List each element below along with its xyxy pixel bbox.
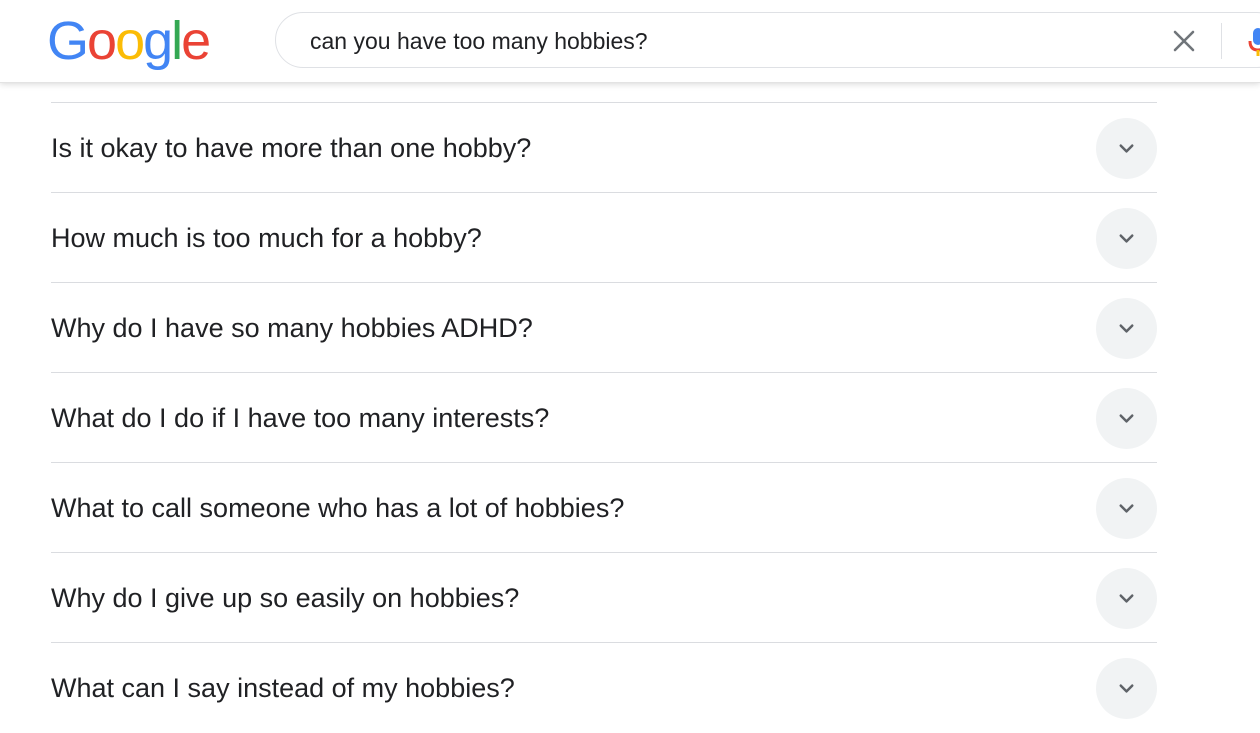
related-question[interactable]: Why do I have so many hobbies ADHD? (51, 283, 1157, 373)
google-logo[interactable]: Google (47, 10, 211, 72)
search-box (275, 12, 1260, 68)
search-divider (1221, 23, 1222, 59)
chevron-down-icon (1119, 234, 1134, 243)
expand-button[interactable] (1096, 208, 1157, 269)
logo-letter: g (143, 11, 173, 71)
question-text: What to call someone who has a lot of ho… (51, 493, 625, 523)
related-question[interactable]: What do I do if I have too many interest… (51, 373, 1157, 463)
close-icon (1173, 30, 1195, 52)
chevron-down-icon (1119, 504, 1134, 513)
question-text: How much is too much for a hobby? (51, 223, 482, 253)
related-question[interactable]: How much is too much for a hobby? (51, 193, 1157, 283)
question-text: Why do I have so many hobbies ADHD? (51, 313, 533, 343)
search-input[interactable] (310, 25, 1130, 57)
question-text: Is it okay to have more than one hobby? (51, 133, 532, 163)
related-question[interactable]: What can I say instead of my hobbies? (51, 643, 1157, 733)
expand-button[interactable] (1096, 478, 1157, 539)
chevron-down-icon (1119, 414, 1134, 423)
related-question[interactable]: Why do I give up so easily on hobbies? (51, 553, 1157, 643)
microphone-icon (1248, 28, 1260, 56)
logo-letter: e (181, 11, 211, 71)
expand-button[interactable] (1096, 118, 1157, 179)
chevron-down-icon (1119, 144, 1134, 153)
logo-letter: o (115, 11, 145, 71)
question-text: What do I do if I have too many interest… (51, 403, 550, 433)
voice-search-button[interactable] (1248, 27, 1260, 57)
logo-letter: l (171, 11, 183, 71)
clear-search-button[interactable] (1169, 26, 1199, 56)
expand-button[interactable] (1096, 298, 1157, 359)
logo-letter: o (87, 11, 117, 71)
search-header: Google (0, 0, 1260, 83)
question-text: What can I say instead of my hobbies? (51, 673, 515, 703)
logo-letter: G (47, 11, 89, 71)
chevron-down-icon (1119, 594, 1134, 603)
related-question[interactable]: What to call someone who has a lot of ho… (51, 463, 1157, 553)
chevron-down-icon (1119, 684, 1134, 693)
related-question[interactable]: Is it okay to have more than one hobby? (51, 103, 1157, 193)
question-text: Why do I give up so easily on hobbies? (51, 583, 520, 613)
expand-button[interactable] (1096, 388, 1157, 449)
expand-button[interactable] (1096, 658, 1157, 719)
expand-button[interactable] (1096, 568, 1157, 629)
chevron-down-icon (1119, 324, 1134, 333)
